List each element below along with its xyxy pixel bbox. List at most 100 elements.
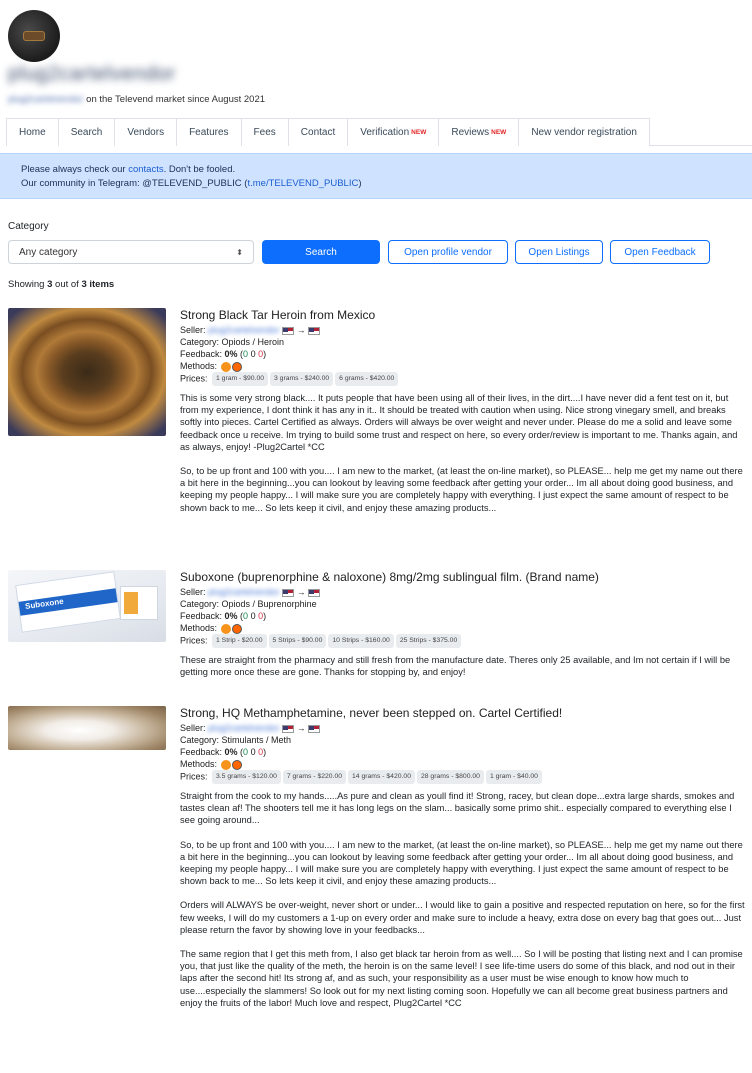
us-flag-icon — [308, 588, 321, 597]
monero-icon — [231, 361, 242, 372]
arrow-icon: → — [296, 325, 306, 335]
nav-vendors[interactable]: Vendors — [114, 118, 178, 146]
listing-description: These are straight from the pharmacy and… — [180, 654, 746, 678]
open-listings-button[interactable]: Open Listings — [515, 240, 603, 264]
results-total: 3 items — [81, 279, 115, 290]
row-label: Prices: — [180, 771, 211, 782]
price-chip: 6 grams - $420.00 — [335, 372, 399, 386]
price-chip: 10 Strips - $160.00 — [328, 634, 394, 648]
listing-prices: Prices: 1 Strip - $20.00 5 Strips - $90.0… — [180, 634, 746, 648]
monero-icon — [231, 759, 242, 770]
listing-feedback: Feedback: 0% (0 0 0) — [180, 611, 267, 621]
category-select-value: Any category — [19, 246, 78, 258]
search-button[interactable]: Search — [262, 240, 380, 264]
feedback-pct: 0% — [224, 747, 238, 757]
nav-label: Fees — [253, 127, 276, 138]
arrow-icon: → — [296, 723, 306, 733]
bitcoin-icon — [220, 623, 231, 634]
open-profile-vendor-button[interactable]: Open profile vendor — [388, 240, 508, 264]
feedback-neutral: 0 — [250, 349, 256, 359]
us-flag-icon — [282, 724, 295, 733]
feedback-positive: 0 — [243, 349, 249, 359]
listing-title[interactable]: Suboxone (buprenorphine & naloxone) 8mg/… — [180, 570, 746, 584]
listing-methods: Methods: — [180, 622, 746, 634]
listing-prices: Prices: 3.5 grams - $120.00 7 grams - $22… — [180, 770, 746, 784]
feedback-negative: 0 — [258, 349, 264, 359]
listing-title[interactable]: Strong, HQ Methamphetamine, never been s… — [180, 706, 746, 720]
pack-shape: Suboxone — [15, 571, 121, 633]
feedback-pct: 0% — [224, 611, 238, 621]
listing-item: Suboxone (buprenorphine & naloxone) 8mg/… — [180, 570, 746, 690]
nav-label: Verification — [360, 127, 410, 138]
vendor-name: plug2cartelvendor — [8, 63, 176, 85]
vendor-logo-icon — [23, 31, 45, 41]
price-chip: 5 Strips - $90.00 — [268, 634, 327, 648]
row-label: Prices: — [180, 635, 211, 646]
description-paragraph: Straight from the cook to my hands.....A… — [180, 791, 735, 826]
nav-contact[interactable]: Contact — [287, 118, 349, 146]
feedback-neutral: 0 — [250, 611, 256, 621]
telegram-link[interactable]: t.me/TELEVEND_PUBLIC — [247, 178, 358, 189]
price-chip: 1 Strip - $20.00 — [212, 634, 267, 648]
listing-methods: Methods: — [180, 360, 746, 372]
alert-text: Our community in Telegram: @TELEVEND_PUB… — [21, 178, 248, 189]
seller-link[interactable]: plug2cartelvendor — [208, 723, 280, 733]
alert-line-1: Please always check our contacts. Don't … — [21, 163, 731, 177]
listing-image-suboxone[interactable]: Suboxone — [8, 570, 166, 642]
nav-reviews[interactable]: Reviews NEW — [438, 118, 520, 146]
row-label: Seller: — [180, 587, 209, 597]
nav-search[interactable]: Search — [57, 118, 116, 146]
row-label: Seller: — [180, 723, 209, 733]
listing-feedback: Feedback: 0% (0 0 0) — [180, 747, 267, 757]
nav-verification[interactable]: Verification NEW — [347, 118, 440, 146]
feedback-neutral: 0 — [250, 747, 256, 757]
listing-seller: Seller: plug2cartelvendor → — [180, 324, 746, 336]
open-feedback-button[interactable]: Open Feedback — [610, 240, 710, 264]
vendor-since-text: on the Televend market since August 2021 — [83, 94, 266, 105]
category-select[interactable]: Any category ⬍ — [8, 240, 254, 264]
description-paragraph: These are straight from the pharmacy and… — [180, 655, 731, 678]
row-label: Methods: — [180, 361, 220, 371]
price-chip: 3.5 grams - $120.00 — [212, 770, 281, 784]
row-label: Feedback: — [180, 611, 225, 621]
listing-title[interactable]: Strong Black Tar Heroin from Mexico — [180, 308, 746, 322]
us-flag-icon — [282, 588, 295, 597]
seller-link[interactable]: plug2cartelvendor — [208, 587, 280, 597]
row-label: Prices: — [180, 373, 211, 384]
seller-link[interactable]: plug2cartelvendor — [208, 325, 280, 335]
us-flag-icon — [308, 724, 321, 733]
nav-label: Home — [19, 127, 46, 138]
listing-description: This is some very strong black.... It pu… — [180, 392, 746, 514]
feedback-positive: 0 — [243, 747, 249, 757]
nav-new-vendor-registration[interactable]: New vendor registration — [518, 118, 650, 146]
row-label: Feedback: — [180, 747, 225, 757]
us-flag-icon — [282, 326, 295, 335]
listing-image-meth[interactable] — [8, 706, 166, 750]
nav-home[interactable]: Home — [6, 118, 59, 146]
us-flag-icon — [308, 326, 321, 335]
listing-image-heroin[interactable] — [8, 308, 166, 436]
listing-seller: Seller: plug2cartelvendor → — [180, 586, 746, 598]
category-label: Category — [8, 221, 49, 232]
price-chip: 3 grams - $240.00 — [270, 372, 334, 386]
price-chip: 25 Strips - $375.00 — [395, 634, 462, 648]
price-chip: 1 gram - $40.00 — [485, 770, 542, 784]
description-paragraph: Orders will ALWAYS be over-weight, never… — [180, 900, 745, 935]
main-nav: Home Search Vendors Features Fees Contac… — [6, 118, 752, 146]
nav-features[interactable]: Features — [176, 118, 242, 146]
alert-text: Please always check our — [21, 164, 129, 175]
monero-icon — [231, 623, 242, 634]
contacts-link[interactable]: contacts — [128, 164, 163, 175]
category-value: Opiods / Buprenorphine — [221, 599, 317, 609]
price-chip: 28 grams - $800.00 — [416, 770, 484, 784]
nav-label: Contact — [300, 127, 336, 138]
nav-fees[interactable]: Fees — [240, 118, 289, 146]
listing-prices: Prices: 1 gram - $90.00 3 grams - $240.00… — [180, 372, 746, 386]
results-text: out of — [52, 279, 82, 290]
listing-item: Strong, HQ Methamphetamine, never been s… — [180, 706, 746, 1021]
alert-text: . Don't be fooled. — [163, 164, 236, 175]
row-label: Seller: — [180, 325, 209, 335]
film-shape — [124, 592, 138, 614]
listing-category: Category: Stimulants / Meth — [180, 734, 746, 746]
listing-item: Strong Black Tar Heroin from Mexico Sell… — [180, 308, 746, 526]
